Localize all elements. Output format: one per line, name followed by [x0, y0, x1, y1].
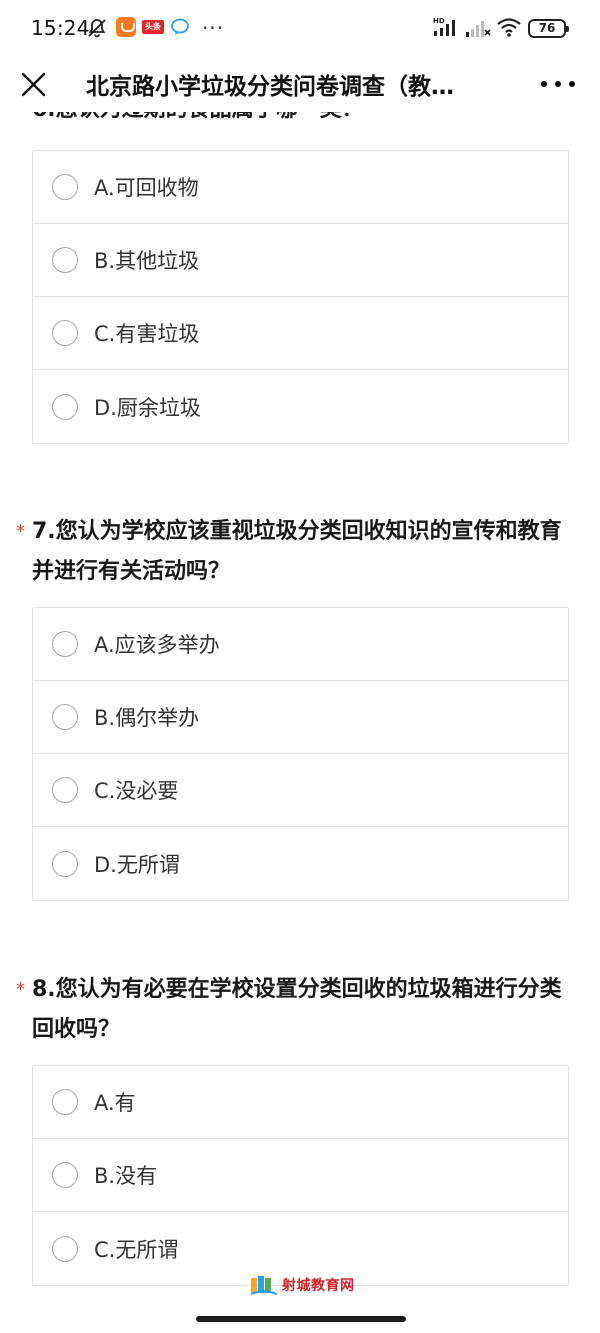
page-title: 北京路小学垃圾分类问卷调查（教… — [86, 74, 454, 100]
option-label: C.无所谓 — [94, 1237, 179, 1262]
question-title: 6.您认为过期的食品属于哪一类？ — [32, 112, 572, 130]
option-label: D.厨余垃圾 — [94, 395, 201, 420]
question-title-text: 8.您认为有必要在学校设置分类回收的垃圾箱进行分类回收吗？ — [32, 977, 562, 1042]
watermark: 射城教育网 — [250, 1274, 355, 1296]
signal-weak-icon — [466, 21, 491, 37]
more-options-button[interactable] — [536, 64, 580, 104]
required-mark: * — [16, 521, 25, 542]
watermark-text: 射城教育网 — [282, 1278, 355, 1294]
survey-content[interactable]: 6.您认为过期的食品属于哪一类？ A.可回收物 B.其他垃圾 C.有害垃圾 D.… — [0, 112, 600, 1333]
question-7-title: * 7.您认为学校应该重视垃圾分类回收知识的宣传和教育并进行有关活动吗？ — [16, 512, 572, 592]
status-bar: 15:24 头条 ··· HD 76 — [0, 0, 600, 56]
status-time: 15:24 — [31, 16, 90, 40]
more-dot-icon — [541, 81, 547, 87]
option-label: B.其他垃圾 — [94, 249, 200, 273]
radio-button[interactable] — [52, 1162, 78, 1188]
option-label: B.没有 — [94, 1164, 158, 1188]
option-label: B.偶尔举办 — [94, 706, 200, 730]
option-label: A.应该多举办 — [94, 633, 220, 657]
radio-button[interactable] — [52, 1089, 78, 1115]
question-title-text: 7.您认为学校应该重视垃圾分类回收知识的宣传和教育并进行有关活动吗？ — [32, 519, 562, 584]
battery-icon: 76 — [528, 19, 569, 38]
option-row[interactable]: D.厨余垃圾 — [33, 370, 568, 443]
radio-button[interactable] — [52, 704, 78, 730]
svg-text:HD: HD — [433, 17, 445, 25]
option-label: D.无所谓 — [94, 852, 180, 877]
option-row[interactable]: D.无所谓 — [33, 827, 568, 900]
question-6-options: A.可回收物 B.其他垃圾 C.有害垃圾 D.厨余垃圾 — [32, 150, 569, 444]
question-8-title: * 8.您认为有必要在学校设置分类回收的垃圾箱进行分类回收吗？ — [16, 970, 572, 1050]
toutiao-icon: 头条 — [142, 20, 164, 34]
question-6-title-clip: 6.您认为过期的食品属于哪一类？ — [0, 112, 600, 132]
more-dot-icon — [569, 81, 575, 87]
close-icon[interactable] — [14, 64, 54, 104]
option-row[interactable]: B.没有 — [33, 1139, 568, 1212]
nav-bar: 北京路小学垃圾分类问卷调查（教… — [0, 56, 600, 112]
bell-off-icon — [88, 19, 106, 38]
option-row[interactable]: A.有 — [33, 1066, 568, 1139]
option-row[interactable]: B.其他垃圾 — [33, 224, 568, 297]
radio-button[interactable] — [52, 1235, 78, 1262]
radio-button[interactable] — [52, 174, 78, 200]
radio-button[interactable] — [52, 247, 78, 273]
radio-button[interactable] — [52, 777, 78, 803]
option-row[interactable]: B.偶尔举办 — [33, 681, 568, 754]
radio-button[interactable] — [52, 320, 78, 346]
option-label: C.有害垃圾 — [94, 322, 200, 346]
option-label: C.没必要 — [94, 779, 179, 803]
radio-button[interactable] — [52, 631, 78, 657]
orange-app-icon — [116, 17, 136, 37]
option-row[interactable]: C.有害垃圾 — [33, 297, 568, 370]
option-label: A.有 — [94, 1091, 136, 1115]
more-icon: ··· — [202, 16, 225, 40]
wifi-icon — [497, 18, 521, 37]
option-row[interactable]: A.可回收物 — [33, 151, 568, 224]
radio-button[interactable] — [52, 393, 78, 420]
required-mark: * — [16, 979, 25, 1000]
books-logo-icon — [250, 1276, 278, 1295]
hd-signal-icon: HD — [433, 17, 455, 36]
more-dot-icon — [555, 81, 561, 87]
home-indicator[interactable] — [196, 1316, 406, 1322]
radio-button[interactable] — [52, 850, 78, 877]
option-label: A.可回收物 — [94, 176, 199, 200]
question-7-options: A.应该多举办 B.偶尔举办 C.没必要 D.无所谓 — [32, 607, 569, 901]
chat-bubble-icon — [171, 18, 189, 35]
question-8-options: A.有 B.没有 C.无所谓 — [32, 1065, 569, 1286]
option-row[interactable]: A.应该多举办 — [33, 608, 568, 681]
option-row[interactable]: C.没必要 — [33, 754, 568, 827]
